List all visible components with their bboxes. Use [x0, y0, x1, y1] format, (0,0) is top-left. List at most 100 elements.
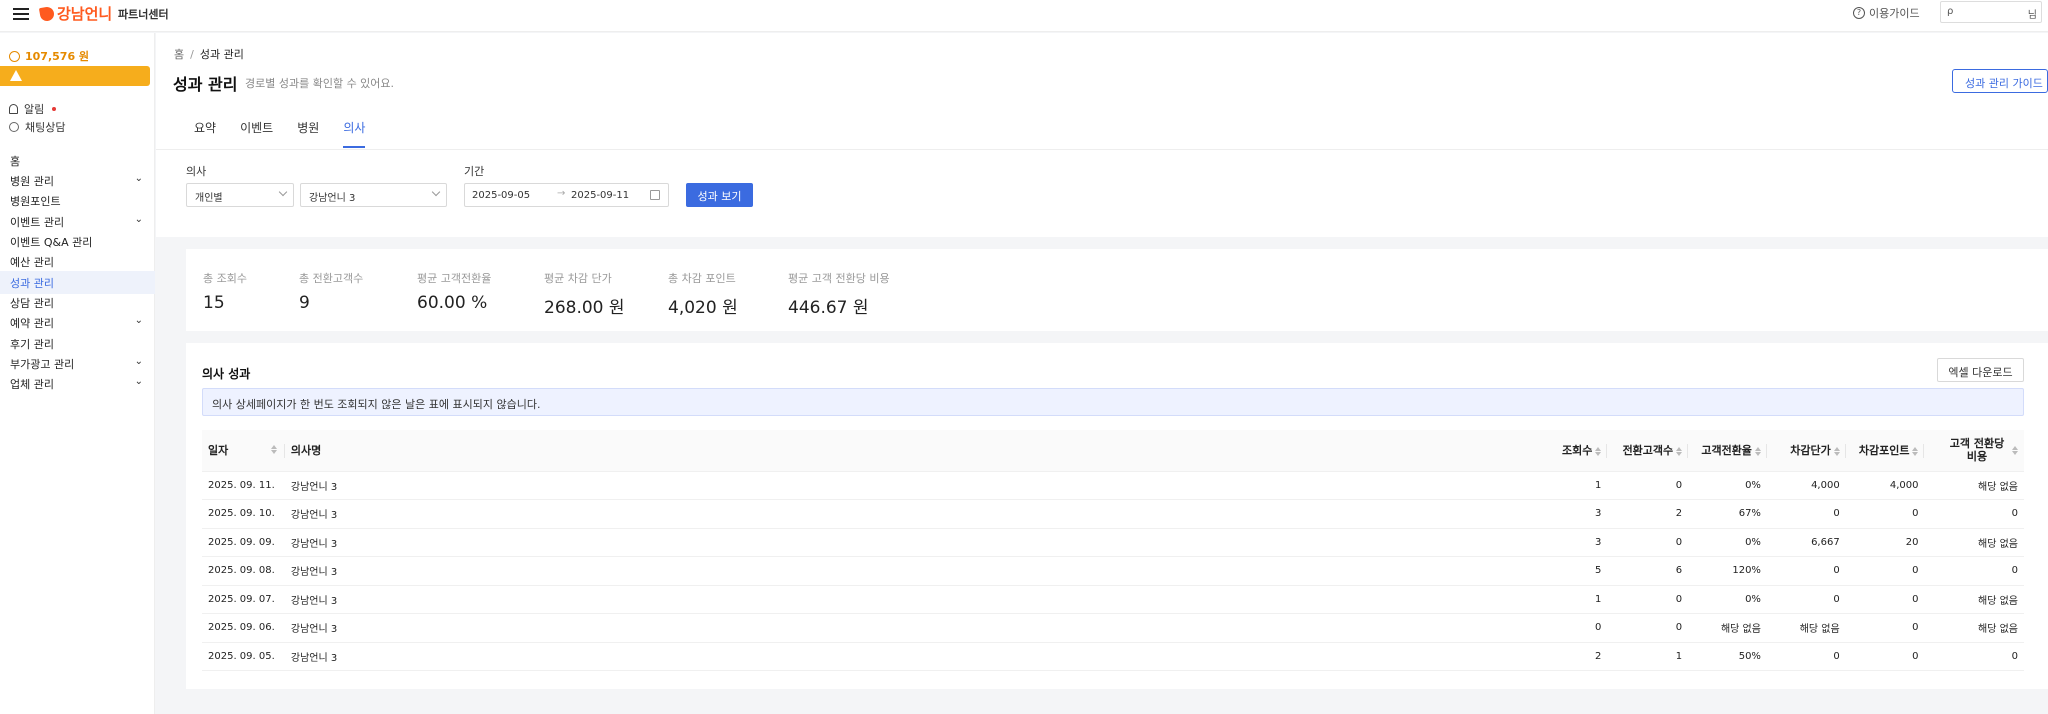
- cell-conversion-rate: 0%: [1688, 585, 1767, 614]
- sidebar-item-label: 병원포인트: [10, 195, 61, 208]
- performance-guide-button[interactable]: 성과 관리 가이드: [1952, 69, 2048, 93]
- cell-views: 0: [1549, 613, 1608, 643]
- warning-banner[interactable]: [0, 66, 150, 86]
- cell-deduction-price: 0: [1766, 585, 1846, 614]
- column-header-label: 차감포인트: [1858, 444, 1910, 458]
- sort-icon[interactable]: [1833, 446, 1840, 456]
- sort-icon[interactable]: [1676, 446, 1683, 456]
- cell-cost-per-conversion: 해당 없음: [1924, 528, 2024, 557]
- sort-icon[interactable]: [1754, 446, 1761, 456]
- table-row: 2025. 09. 09. 강남언니 3 3 0 0% 6,667 20 해당 …: [202, 528, 2024, 557]
- cell-deduction-points: 0: [1845, 556, 1925, 586]
- sidebar-item-label: 병원 관리: [10, 175, 54, 188]
- cell-deduction-price: 해당 없음: [1766, 613, 1846, 643]
- kpi-label: 총 조회수: [203, 272, 247, 285]
- end-date[interactable]: 2025-09-11: [571, 190, 629, 201]
- chevron-down-icon: ⌄: [134, 214, 143, 225]
- type-select[interactable]: 개인별: [186, 183, 294, 207]
- user-suffix: 님: [2027, 10, 2037, 21]
- cell-doctor-name: 강남언니 3: [284, 642, 1550, 671]
- tab-doctor[interactable]: 의사: [343, 119, 366, 148]
- page-header: 홈 / 성과 관리 성과 관리 경로별 성과를 확인할 수 있어요. 성과 관리 가…: [156, 33, 2048, 237]
- sidebar-item-label: 예산 관리: [10, 256, 54, 269]
- column-header-deduction-points[interactable]: 차감포인트: [1845, 430, 1925, 472]
- column-header-conversions[interactable]: 전환고객수: [1607, 430, 1689, 472]
- cell-conversions: 0: [1607, 613, 1689, 643]
- sidebar-item-reviews[interactable]: 후기 관리: [10, 336, 148, 352]
- cell-doctor-name: 강남언니 3: [284, 585, 1550, 614]
- tab-hospital[interactable]: 병원: [297, 119, 319, 148]
- cell-doctor-name: 강남언니 3: [284, 528, 1550, 557]
- column-header-label: 전환고객수: [1622, 444, 1674, 458]
- cell-doctor-name: 강남언니 3: [284, 499, 1550, 529]
- cell-cost-per-conversion: 해당 없음: [1924, 585, 2024, 614]
- kpi-value: 9: [299, 293, 310, 313]
- tab-summary[interactable]: 요약: [194, 119, 216, 148]
- column-header-views[interactable]: 조회수: [1549, 430, 1608, 472]
- alarm-label: 알림: [24, 103, 45, 116]
- sidebar-item-event-qa[interactable]: 이벤트 Q&A 관리: [10, 234, 148, 250]
- logo[interactable]: 강남언니: [38, 3, 112, 24]
- sort-icon[interactable]: [270, 445, 277, 454]
- table-header-row: 일자 의사명 조회수 전환고객수 고객전환율 차감단가 차감포인트 고객 전환당…: [202, 430, 2024, 472]
- help-icon: ?: [1853, 7, 1865, 19]
- sidebar-item-label: 후기 관리: [10, 338, 54, 351]
- sidebar-item-performance[interactable]: 성과 관리: [10, 275, 148, 291]
- kpi-avg-conversion-rate: 평균 고객전환율 60.00 %: [417, 270, 491, 313]
- point-balance[interactable]: 107,576 원: [9, 48, 89, 64]
- sort-icon[interactable]: [1912, 446, 1919, 456]
- column-header-date[interactable]: 일자: [202, 430, 285, 472]
- sort-icon[interactable]: [2012, 445, 2018, 455]
- excel-download-button[interactable]: 엑셀 다운로드: [1937, 358, 2024, 382]
- sidebar-item-hospital-points[interactable]: 병원포인트: [10, 193, 148, 209]
- sidebar-item-events[interactable]: 이벤트 관리 ⌄: [10, 214, 148, 230]
- alarm-link[interactable]: 알림: [9, 101, 57, 117]
- cell-deduction-price: 6,667: [1766, 528, 1846, 557]
- chevron-down-icon: ⌄: [134, 356, 143, 367]
- sidebar-item-home[interactable]: 홈: [10, 153, 148, 169]
- kpi-summary: 총 조회수 15 총 전환고객수 9 평균 고객전환율 60.00 % 평균 차…: [186, 249, 2048, 331]
- sidebar-item-label: 성과 관리: [10, 277, 54, 290]
- column-header-deduction-price[interactable]: 차감단가: [1766, 430, 1846, 472]
- chat-link[interactable]: 채팅상담: [9, 119, 65, 135]
- user-search-box[interactable]: ρ 님: [1940, 1, 2042, 23]
- cell-date: 2025. 09. 08.: [202, 556, 285, 586]
- sidebar-item-budget[interactable]: 예산 관리: [10, 254, 148, 270]
- sidebar-item-consultation[interactable]: 상담 관리: [10, 295, 148, 311]
- sort-icon[interactable]: [1595, 446, 1602, 456]
- column-header-cost-per-conversion[interactable]: 고객 전환당 비용: [1924, 430, 2024, 472]
- cell-conversions: 0: [1607, 585, 1689, 614]
- column-header-label: 차감단가: [1790, 444, 1831, 458]
- date-range-picker[interactable]: 2025-09-05 → 2025-09-11: [464, 183, 669, 207]
- sidebar-item-extra-ads[interactable]: 부가광고 관리 ⌄: [10, 356, 148, 372]
- doctor-performance-card: 의사 성과 엑셀 다운로드 의사 상세페이지가 한 번도 조회되지 않은 날은 …: [186, 343, 2048, 689]
- kpi-label: 평균 고객 전환당 비용: [788, 272, 890, 285]
- kpi-value: 60.00 %: [417, 293, 488, 313]
- cell-conversions: 6: [1607, 556, 1689, 586]
- tab-divider: [156, 149, 2048, 150]
- column-header-conversion-rate[interactable]: 고객전환율: [1688, 430, 1767, 472]
- tab-events[interactable]: 이벤트: [240, 119, 273, 148]
- table-row: 2025. 09. 11. 강남언니 3 1 0 0% 4,000 4,000 …: [202, 471, 2024, 500]
- unread-dot: [52, 107, 57, 111]
- chevron-down-icon: [278, 187, 288, 197]
- cell-views: 3: [1549, 528, 1608, 557]
- sidebar-item-label: 상담 관리: [10, 297, 54, 310]
- breadcrumb-home[interactable]: 홈: [174, 48, 184, 61]
- kpi-total-deduction-points: 총 차감 포인트 4,020 원: [668, 270, 738, 318]
- sidebar-item-business[interactable]: 업체 관리 ⌄: [10, 376, 148, 392]
- usage-guide-link[interactable]: ? 이용가이드: [1853, 5, 1920, 21]
- start-date[interactable]: 2025-09-05: [472, 190, 530, 201]
- menu-icon[interactable]: [13, 6, 29, 22]
- sidebar-item-label: 업체 관리: [10, 378, 54, 391]
- table-row: 2025. 09. 05. 강남언니 3 2 1 50% 0 0 0: [202, 642, 2024, 671]
- page-title: 성과 관리: [173, 75, 238, 94]
- view-performance-button[interactable]: 성과 보기: [686, 183, 753, 207]
- cell-deduction-points: 0: [1845, 585, 1925, 614]
- cell-deduction-points: 0: [1845, 642, 1925, 671]
- sidebar-item-hospital[interactable]: 병원 관리 ⌄: [10, 173, 148, 189]
- sidebar-item-reservation[interactable]: 예약 관리 ⌄: [10, 315, 148, 331]
- page-subtitle: 경로별 성과를 확인할 수 있어요.: [245, 77, 395, 90]
- cell-views: 2: [1549, 642, 1608, 671]
- doctor-select[interactable]: 강남언니 3: [300, 183, 447, 207]
